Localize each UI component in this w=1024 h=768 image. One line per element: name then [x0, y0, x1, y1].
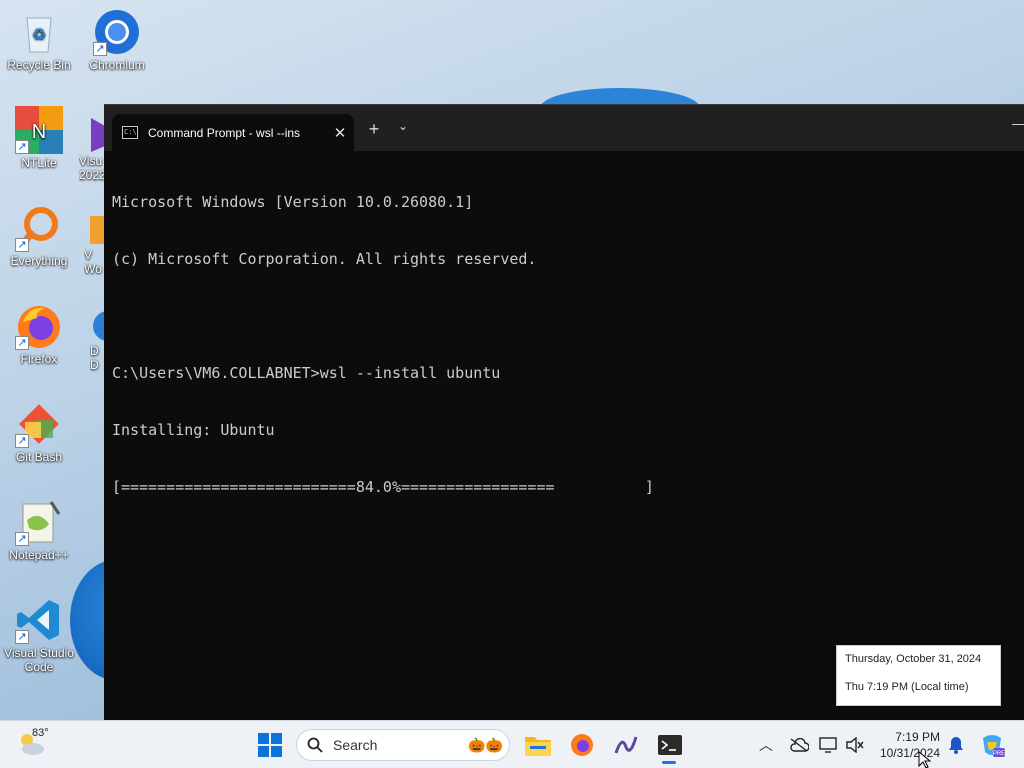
terminal-line: C:\Users\VM6.COLLABNET>wsl --install ubu…: [112, 364, 501, 382]
taskbar-file-explorer[interactable]: [524, 729, 552, 761]
shortcut-arrow-icon: ↗: [15, 630, 29, 644]
shortcut-arrow-icon: ↗: [15, 140, 29, 154]
shortcut-arrow-icon: ↗: [15, 336, 29, 350]
svg-text:N: N: [32, 121, 46, 143]
notepad-plus-plus-icon: ↗: [15, 498, 63, 546]
terminal-window[interactable]: C:\ Command Prompt - wsl --ins ✕ + ⌄ — M…: [104, 104, 1024, 720]
app-icon: [90, 306, 105, 344]
desktop-icon-visual-studio-2022[interactable]: Visu 2022: [79, 114, 105, 182]
desktop-icon-partial-d[interactable]: D D: [90, 306, 105, 372]
git-icon: ↗: [15, 400, 63, 448]
desktop-icon-label: Firefox: [20, 352, 58, 366]
tooltip-date: Thursday, October 31, 2024: [845, 653, 982, 665]
bell-icon: [949, 737, 963, 754]
tab-title: Command Prompt - wsl --ins: [148, 125, 301, 140]
desktop-icon-label: Visual Studio Code: [4, 646, 74, 674]
vscode-icon: ↗: [15, 596, 63, 644]
halloween-pumpkins-icon: 🎃🎃: [468, 736, 503, 753]
clock-tooltip: Thursday, October 31, 2024 Thu 7:19 PM (…: [836, 645, 1001, 706]
tooltip-time: Thu 7:19 PM (Local time): [845, 681, 969, 693]
ntlite-icon: N ↗: [15, 106, 63, 154]
pen-curve-icon: [614, 736, 638, 754]
firefox-icon: ↗: [15, 302, 63, 350]
tab-close-icon[interactable]: ✕: [326, 124, 354, 142]
chromium-icon: ↗: [93, 8, 141, 56]
app-icon: [84, 212, 105, 248]
terminal-icon: [658, 735, 682, 755]
desktop-icon-vscode[interactable]: ↗ Visual Studio Code: [1, 596, 77, 674]
desktop-icon-label: NTLite: [21, 156, 57, 170]
desktop-icon-partial-v[interactable]: V Wo: [84, 212, 105, 276]
network-monitor-icon: [819, 737, 837, 753]
taskbar-firefox[interactable]: [568, 729, 596, 761]
weather-temperature: 83°: [32, 727, 49, 739]
firefox-icon: [571, 734, 593, 756]
taskbar-inkscape-app[interactable]: [612, 729, 640, 761]
windows-logo-icon: [258, 733, 282, 757]
desktop-icon-label: D D: [90, 344, 99, 372]
desktop-icon-label: Chromium: [89, 58, 145, 72]
copilot-button[interactable]: PRE: [978, 729, 1006, 761]
copilot-icon: PRE: [983, 735, 1005, 757]
desktop-icon-label: Recycle Bin: [7, 58, 71, 72]
terminal-line: Installing: Ubuntu: [112, 421, 275, 439]
tray-onedrive[interactable]: [788, 729, 810, 761]
shortcut-arrow-icon: ↗: [15, 532, 29, 546]
minimize-button[interactable]: —: [1012, 115, 1024, 131]
speaker-muted-icon: [846, 737, 864, 753]
desktop-icon-ntlite[interactable]: N ↗ NTLite: [1, 106, 77, 170]
shortcut-arrow-icon: ↗: [15, 434, 29, 448]
start-button[interactable]: [256, 729, 284, 761]
visual-studio-icon: [79, 114, 105, 154]
recycle-bin-icon: ♻: [15, 8, 63, 56]
tray-network[interactable]: [818, 729, 840, 761]
taskbar-search-box[interactable]: Search 🎃🎃: [296, 729, 510, 761]
cloud-offline-icon: [790, 738, 809, 752]
mouse-cursor-icon: [918, 751, 932, 768]
tray-overflow-chevron-icon[interactable]: ︿: [758, 729, 774, 761]
desktop-icon-label: Git Bash: [15, 450, 63, 464]
folder-icon: [525, 737, 551, 756]
tray-volume[interactable]: [844, 729, 866, 761]
desktop-icon-everything[interactable]: ↗ Everything: [1, 204, 77, 268]
taskbar-terminal[interactable]: [656, 729, 684, 761]
terminal-line: (c) Microsoft Corporation. All rights re…: [112, 250, 537, 268]
clock-time: 7:19 PM: [895, 730, 940, 744]
terminal-line: Microsoft Windows [Version 10.0.26080.1]: [112, 193, 474, 211]
desktop-icon-firefox[interactable]: ↗ Firefox: [1, 302, 77, 366]
tab-dropdown-chevron-icon[interactable]: ⌄: [394, 119, 412, 133]
tab-command-prompt[interactable]: C:\ Command Prompt - wsl --ins ✕: [112, 114, 354, 151]
desktop-icon-notepad-plus-plus[interactable]: ↗ Notepad++: [1, 498, 77, 562]
terminal-output[interactable]: Microsoft Windows [Version 10.0.26080.1]…: [104, 151, 1024, 539]
desktop-icon-recycle-bin[interactable]: ♻ Recycle Bin: [1, 8, 77, 72]
desktop-icon-label: Visu 2022: [79, 154, 105, 182]
svg-text:PRE: PRE: [993, 751, 1005, 757]
command-prompt-icon: C:\: [122, 126, 138, 139]
desktop-icon-chromium[interactable]: ↗ Chromium: [79, 8, 155, 72]
taskbar: 83° Search 🎃🎃 ︿ 7:19 PM 10/31/2024 PRE: [0, 720, 1024, 768]
search-placeholder: Search: [333, 737, 378, 753]
shortcut-arrow-icon: ↗: [15, 238, 29, 252]
shortcut-arrow-icon: ↗: [93, 42, 107, 56]
desktop-icon-label: V Wo: [84, 248, 102, 276]
install-progress-bar: [==========================84.0%========…: [112, 478, 654, 496]
search-icon: [307, 737, 323, 753]
new-tab-button[interactable]: +: [364, 119, 384, 140]
svg-text:♻: ♻: [32, 27, 46, 44]
terminal-titlebar[interactable]: C:\ Command Prompt - wsl --ins ✕ + ⌄ —: [104, 105, 1024, 151]
active-app-indicator: [662, 761, 676, 764]
desktop-icon-git-bash[interactable]: ↗ Git Bash: [1, 400, 77, 464]
desktop-icon-label: Notepad++: [9, 548, 69, 562]
notifications-button[interactable]: [946, 729, 966, 761]
desktop-icon-label: Everything: [10, 254, 68, 268]
magnifier-icon: ↗: [15, 204, 63, 252]
